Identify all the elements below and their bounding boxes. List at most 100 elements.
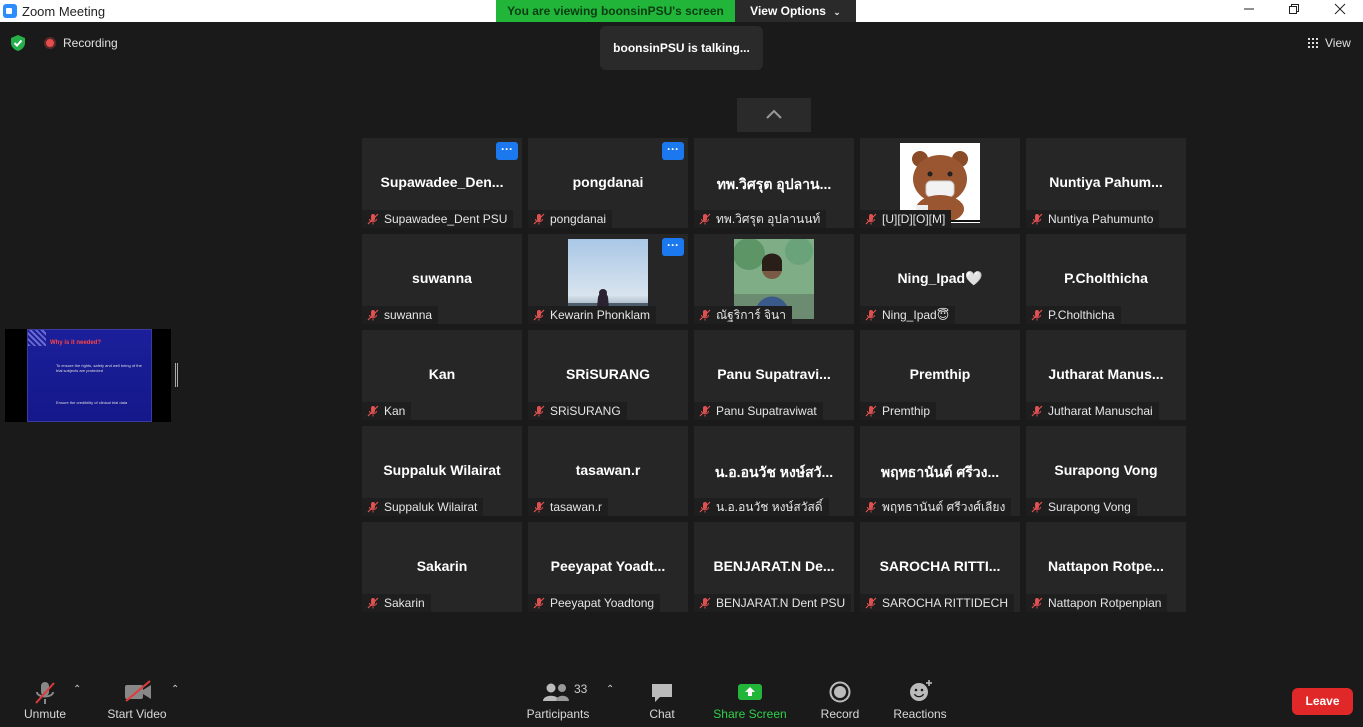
view-options-button[interactable]: View Options ⌄ bbox=[735, 0, 856, 22]
participant-tile[interactable]: Suppaluk Wilairat Suppaluk Wilairat bbox=[362, 426, 522, 516]
resize-handle[interactable] bbox=[175, 363, 178, 387]
muted-microphone-icon bbox=[533, 597, 545, 609]
participant-tile[interactable]: suwanna suwanna bbox=[362, 234, 522, 324]
muted-microphone-icon bbox=[533, 501, 545, 513]
more-options-button[interactable]: ··· bbox=[662, 142, 684, 160]
participant-display-name: SRiSURANG bbox=[565, 366, 650, 382]
record-icon bbox=[829, 681, 851, 703]
more-options-button[interactable]: ··· bbox=[662, 238, 684, 256]
talking-indicator: boonsinPSU is talking... bbox=[600, 26, 763, 70]
close-button[interactable] bbox=[1317, 0, 1363, 22]
participant-name-label: Nattapon Rotpenpian bbox=[1026, 594, 1168, 612]
participant-tile[interactable]: Nuntiya Pahum... Nuntiya Pahumunto bbox=[1026, 138, 1186, 228]
participant-name-label: tasawan.r bbox=[528, 498, 609, 516]
reactions-button[interactable]: Reactions bbox=[892, 678, 948, 724]
gallery-scroll-up-button[interactable] bbox=[737, 98, 811, 132]
participant-tile[interactable]: tasawan.r tasawan.r bbox=[528, 426, 688, 516]
audio-options-chevron-icon[interactable]: ⌃ bbox=[73, 684, 81, 695]
zoom-app-icon bbox=[3, 4, 17, 18]
muted-microphone-icon bbox=[367, 405, 379, 417]
restore-button[interactable] bbox=[1271, 0, 1317, 22]
shared-screen-thumbnail[interactable]: Why is it needed? To ensure the rights, … bbox=[5, 329, 171, 422]
participant-name-label: P.Cholthicha bbox=[1026, 306, 1121, 324]
ellipsis-icon: ··· bbox=[501, 142, 513, 156]
participant-tile[interactable]: Panu Supatravi... Panu Supatraviwat bbox=[694, 330, 854, 420]
start-video-button[interactable]: Start Video bbox=[104, 678, 170, 724]
participant-name: Nuntiya Pahumunto bbox=[1048, 212, 1154, 226]
participant-name: Jutharat Manuschai bbox=[1048, 404, 1153, 418]
participant-name: P.Cholthicha bbox=[1048, 308, 1115, 322]
muted-microphone-icon bbox=[1031, 213, 1043, 225]
participant-tile[interactable]: ··· Kewarin Phonklam bbox=[528, 234, 688, 324]
chat-button[interactable]: Chat bbox=[642, 678, 682, 724]
more-options-button[interactable]: ··· bbox=[496, 142, 518, 160]
participant-tile[interactable]: พฤทธานันต์ ศรีวง... พฤทธานันต์ ศรีวงศ์เลี… bbox=[860, 426, 1020, 516]
participant-name-label: suwanna bbox=[362, 306, 439, 324]
leave-button[interactable]: Leave bbox=[1292, 688, 1353, 715]
participant-tile[interactable]: Surapong Vong Surapong Vong bbox=[1026, 426, 1186, 516]
participant-name-label: Jutharat Manuschai bbox=[1026, 402, 1159, 420]
participant-name: Sakarin bbox=[384, 596, 425, 610]
participant-tile[interactable]: Jutharat Manus... Jutharat Manuschai bbox=[1026, 330, 1186, 420]
security-shield-icon[interactable] bbox=[10, 34, 26, 52]
participant-name: tasawan.r bbox=[550, 500, 603, 514]
window-title: Zoom Meeting bbox=[22, 4, 106, 19]
muted-microphone-icon bbox=[865, 597, 877, 609]
participant-tile[interactable]: Nattapon Rotpe... Nattapon Rotpenpian bbox=[1026, 522, 1186, 612]
muted-microphone-icon bbox=[1031, 597, 1043, 609]
microphone-muted-icon bbox=[35, 682, 55, 704]
participant-tile[interactable]: pongdanai ··· pongdanai bbox=[528, 138, 688, 228]
participant-tile[interactable]: SAROCHA RITTI... SAROCHA RITTIDECH bbox=[860, 522, 1020, 612]
minimize-button[interactable] bbox=[1226, 0, 1272, 22]
participant-name-label: ทพ.วิศรุต อุปลานนท์ bbox=[694, 210, 827, 228]
chat-bubble-icon bbox=[652, 684, 672, 702]
participant-tile[interactable]: น.อ.อนวัช หงษ์สวั... น.อ.อนวัช หงษ์สวัสดิ… bbox=[694, 426, 854, 516]
participant-tile[interactable]: Peeyapat Yoadt... Peeyapat Yoadtong bbox=[528, 522, 688, 612]
ellipsis-icon: ··· bbox=[667, 142, 679, 156]
view-button[interactable]: View bbox=[1300, 32, 1358, 54]
muted-microphone-icon bbox=[699, 597, 711, 609]
participant-tile[interactable]: Sakarin Sakarin bbox=[362, 522, 522, 612]
participant-name: Surapong Vong bbox=[1048, 500, 1131, 514]
participant-display-name: Supawadee_Den... bbox=[380, 174, 504, 190]
reactions-emoji-icon bbox=[910, 680, 932, 701]
shared-slide: Why is it needed? To ensure the rights, … bbox=[27, 329, 152, 422]
participant-tile[interactable]: ณัฐริการ์ จินา bbox=[694, 234, 854, 324]
participant-name: SRiSURANG bbox=[550, 404, 621, 418]
muted-microphone-icon bbox=[1031, 405, 1043, 417]
share-screen-button[interactable]: Share Screen bbox=[712, 678, 788, 724]
participant-tile[interactable]: Premthip Premthip bbox=[860, 330, 1020, 420]
participant-name: Supawadee_Dent PSU bbox=[384, 212, 508, 226]
participant-tile[interactable]: Kan Kan bbox=[362, 330, 522, 420]
participant-tile[interactable]: BENJARAT.N De... BENJARAT.N Dent PSU bbox=[694, 522, 854, 612]
participant-display-name: Peeyapat Yoadt... bbox=[550, 558, 666, 574]
participant-name-label: Peeyapat Yoadtong bbox=[528, 594, 661, 612]
muted-microphone-icon bbox=[367, 213, 379, 225]
participant-name: น.อ.อนวัช หงษ์สวัสดิ์ bbox=[716, 500, 823, 514]
record-button[interactable]: Record bbox=[816, 678, 864, 724]
screen-share-banner: You are viewing boonsinPSU's screen View… bbox=[496, 0, 856, 22]
ellipsis-icon: ··· bbox=[667, 238, 679, 252]
participant-tile[interactable]: Ning_Ipad🤍 Ning_Ipad😇 bbox=[860, 234, 1020, 324]
share-screen-icon bbox=[738, 684, 762, 700]
participant-display-name: Nuntiya Pahum... bbox=[1049, 174, 1163, 190]
unmute-button[interactable]: Unmute bbox=[18, 678, 72, 724]
participant-name-label: Supawadee_Dent PSU bbox=[362, 210, 514, 228]
participant-display-name: พฤทธานันต์ ศรีวง... bbox=[880, 464, 1000, 480]
participant-tile[interactable]: P.Cholthicha P.Cholthicha bbox=[1026, 234, 1186, 324]
muted-microphone-icon bbox=[533, 309, 545, 321]
grid-icon bbox=[1308, 38, 1318, 48]
participant-tile[interactable]: SRiSURANG SRiSURANG bbox=[528, 330, 688, 420]
participant-tile[interactable]: ทพ.วิศรุต อุปลาน... ทพ.วิศรุต อุปลานนท์ bbox=[694, 138, 854, 228]
participant-name: Nattapon Rotpenpian bbox=[1048, 596, 1162, 610]
participant-tile[interactable]: Supawadee_Den... ··· Supawadee_Dent PSU bbox=[362, 138, 522, 228]
participant-name-label: SAROCHA RITTIDECH bbox=[860, 594, 1015, 612]
participant-tile[interactable]: [U][D][O][M] bbox=[860, 138, 1020, 228]
participant-display-name: น.อ.อนวัช หงษ์สวั... bbox=[714, 464, 834, 480]
muted-microphone-icon bbox=[865, 405, 877, 417]
participant-name: Kan bbox=[384, 404, 406, 418]
participant-name: Ning_Ipad😇 bbox=[882, 308, 950, 322]
participants-options-chevron-icon[interactable]: ⌃ bbox=[606, 684, 614, 695]
participant-name-label: Kan bbox=[362, 402, 412, 420]
video-options-chevron-icon[interactable]: ⌃ bbox=[171, 684, 179, 695]
